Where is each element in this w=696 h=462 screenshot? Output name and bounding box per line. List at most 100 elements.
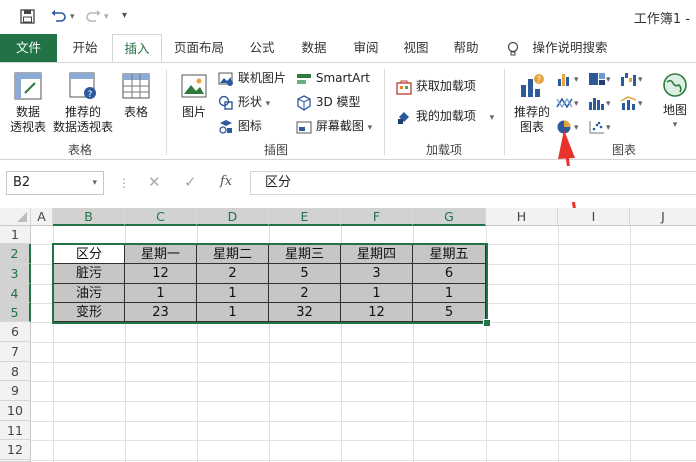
statistic-chart-button[interactable]: ▾	[588, 93, 611, 111]
tab-insert[interactable]: 插入	[112, 34, 162, 64]
online-picture-icon	[218, 72, 233, 86]
table-cell[interactable]: 变形	[53, 303, 125, 322]
pictures-label: 图片	[181, 105, 206, 119]
formula-input[interactable]: 区分	[250, 171, 696, 195]
recommended-pivottables-button[interactable]: ? 推荐的 数据透视表	[52, 71, 114, 135]
table-header-cell[interactable]: 星期一	[125, 244, 197, 264]
tab-formulas[interactable]: 公式	[240, 34, 284, 62]
row-header[interactable]: 10	[0, 401, 31, 421]
get-addins-button[interactable]: 获取加载项	[396, 77, 476, 95]
column-header[interactable]: B	[53, 208, 125, 226]
tab-file[interactable]: 文件	[0, 34, 57, 62]
scatter-chart-button[interactable]: ▾	[588, 117, 611, 135]
table-cell[interactable]: 5	[269, 264, 341, 284]
select-all-corner[interactable]	[0, 208, 31, 226]
tab-review[interactable]: 审阅	[344, 34, 388, 62]
table-cell[interactable]: 1	[413, 284, 486, 303]
table-header-cell[interactable]: 区分	[53, 244, 125, 264]
row-header[interactable]: 3	[0, 264, 31, 284]
name-box-dropdown-icon[interactable]: ▾	[92, 172, 97, 194]
column-chart-button[interactable]: ▾	[556, 69, 579, 87]
row-header[interactable]: 12	[0, 440, 31, 460]
name-box[interactable]: B2 ▾	[6, 171, 104, 195]
column-header[interactable]: D	[197, 208, 269, 226]
row-header[interactable]: 4	[0, 284, 31, 303]
line-chart-button[interactable]: ▾	[556, 93, 579, 111]
undo-icon[interactable]	[50, 9, 68, 28]
undo-dropdown-icon[interactable]: ▾	[70, 12, 75, 22]
column-header[interactable]: H	[486, 208, 558, 226]
worksheet-grid[interactable]: A B C D E F G H I J 1 2 3 4 5 6 7 8 9 10…	[0, 208, 696, 462]
table-cell[interactable]: 1	[197, 303, 269, 322]
tab-help[interactable]: 帮助	[444, 34, 488, 62]
tab-data[interactable]: 数据	[292, 34, 336, 62]
tab-home[interactable]: 开始	[64, 34, 106, 62]
row-header[interactable]: 1	[0, 226, 31, 244]
online-pictures-button[interactable]: 联机图片	[218, 69, 286, 87]
table-cell[interactable]: 2	[197, 264, 269, 284]
customize-qat-icon[interactable]: ▾	[122, 10, 127, 21]
table-cell[interactable]: 6	[413, 264, 486, 284]
shapes-button[interactable]: 形状 ▾	[218, 93, 270, 111]
tab-page-layout[interactable]: 页面布局	[168, 34, 230, 62]
3d-models-button[interactable]: 3D 模型	[296, 93, 361, 111]
row-header[interactable]: 7	[0, 342, 31, 362]
lightbulb-icon	[506, 34, 520, 62]
icons-label: 图标	[237, 119, 262, 133]
column-header[interactable]: G	[413, 208, 486, 226]
table-header-cell[interactable]: 星期二	[197, 244, 269, 264]
table-header-cell[interactable]: 星期四	[341, 244, 413, 264]
cancel-entry-icon[interactable]: ✕	[148, 173, 161, 191]
table-cell[interactable]: 5	[413, 303, 486, 322]
table-cell[interactable]: 32	[269, 303, 341, 322]
redo-icon[interactable]	[84, 9, 102, 28]
tell-me-search[interactable]: 操作说明搜索	[528, 34, 612, 62]
table-cell[interactable]: 12	[341, 303, 413, 322]
table-cell[interactable]: 脏污	[53, 264, 125, 284]
column-header[interactable]: I	[558, 208, 630, 226]
recommended-charts-button[interactable]: ? 推荐的 图表	[512, 71, 552, 135]
screenshot-button[interactable]: 屏幕截图 ▾	[296, 117, 372, 135]
scatter-chart-icon	[589, 120, 604, 133]
table-cell[interactable]: 1	[197, 284, 269, 303]
hierarchy-chart-button[interactable]: ▾	[588, 69, 611, 87]
tab-view[interactable]: 视图	[394, 34, 438, 62]
table-cell[interactable]: 12	[125, 264, 197, 284]
statistic-chart-icon	[589, 97, 604, 110]
row-header[interactable]: 5	[0, 303, 31, 322]
row-header[interactable]: 11	[0, 421, 31, 440]
combo-chart-button[interactable]: ▾	[620, 93, 643, 111]
column-header[interactable]: E	[269, 208, 341, 226]
fill-handle[interactable]	[483, 319, 491, 327]
confirm-entry-icon[interactable]: ✓	[184, 173, 197, 191]
waterfall-chart-button[interactable]: ▾	[620, 69, 643, 87]
pivottable-button[interactable]: 数据 透视表	[6, 71, 50, 135]
redo-dropdown-icon[interactable]: ▾	[104, 12, 109, 22]
table-cell[interactable]: 油污	[53, 284, 125, 303]
table-header-cell[interactable]: 星期三	[269, 244, 341, 264]
hierarchy-chart-icon	[589, 72, 605, 85]
table-cell[interactable]: 3	[341, 264, 413, 284]
row-header[interactable]: 9	[0, 381, 31, 401]
row-header[interactable]: 6	[0, 322, 31, 342]
maps-button[interactable]: 地图 ▾	[658, 71, 692, 133]
group-addins-label: 加载项	[425, 143, 462, 157]
table-header-cell[interactable]: 星期五	[413, 244, 486, 264]
pictures-button[interactable]: 图片	[174, 71, 214, 120]
smartart-button[interactable]: SmartArt	[296, 69, 370, 87]
column-header[interactable]: C	[125, 208, 197, 226]
table-button[interactable]: 表格	[116, 71, 156, 120]
insert-function-icon[interactable]: fx	[220, 174, 232, 189]
row-header[interactable]: 8	[0, 362, 31, 381]
row-header[interactable]: 2	[0, 244, 31, 264]
column-header[interactable]: J	[630, 208, 696, 226]
table-cell[interactable]: 2	[269, 284, 341, 303]
icons-button[interactable]: 图标	[218, 117, 262, 135]
table-cell[interactable]: 23	[125, 303, 197, 322]
my-addins-button[interactable]: 我的加载项 ▾	[396, 107, 494, 125]
table-cell[interactable]: 1	[341, 284, 413, 303]
table-cell[interactable]: 1	[125, 284, 197, 303]
save-icon[interactable]	[20, 9, 35, 28]
column-header[interactable]: A	[31, 208, 53, 226]
column-header[interactable]: F	[341, 208, 413, 226]
